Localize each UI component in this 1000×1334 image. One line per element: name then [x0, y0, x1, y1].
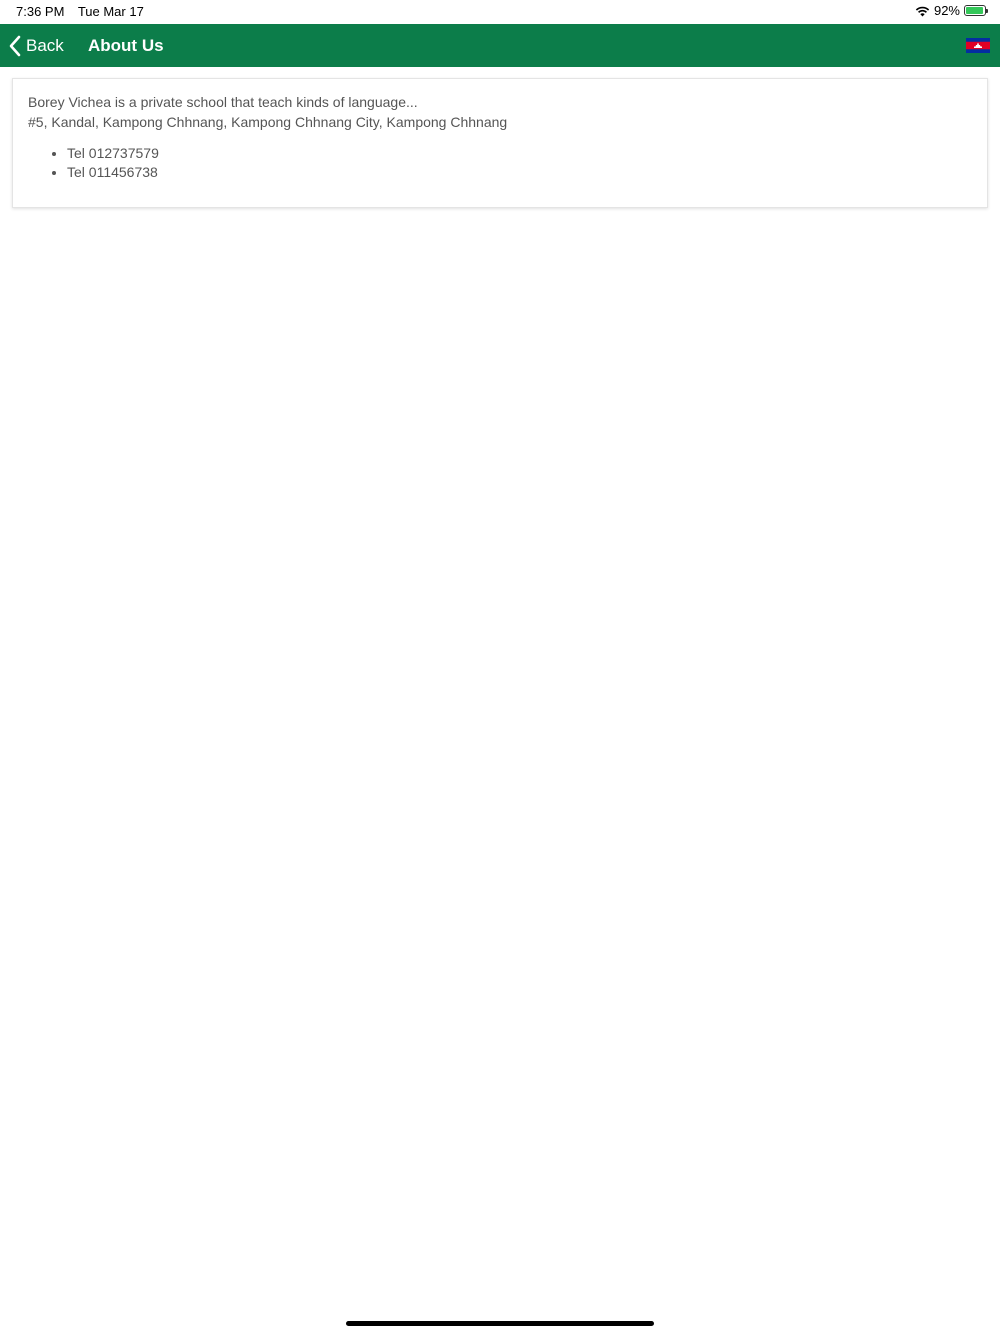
about-description: Borey Vichea is a private school that te… [28, 94, 418, 110]
chevron-left-icon [9, 35, 21, 56]
phone-list: Tel 012737579 Tel 011456738 [28, 144, 972, 182]
phone-item: Tel 011456738 [67, 163, 972, 182]
back-button[interactable]: Back [8, 24, 64, 67]
navigation-bar: Back About Us [0, 24, 1000, 67]
phone-item: Tel 012737579 [67, 144, 972, 163]
page-title: About Us [88, 36, 164, 55]
status-time: 7:36 PM [16, 4, 65, 19]
about-card: Borey Vichea is a private school that te… [12, 78, 988, 208]
battery-fill [966, 7, 983, 14]
about-address: #5, Kandal, Kampong Chhnang, Kampong Chh… [28, 114, 508, 130]
cambodia-flag-icon[interactable] [966, 38, 990, 53]
battery-icon [964, 5, 988, 16]
status-bar: 7:36 PM Tue Mar 17 92% [0, 0, 1000, 24]
home-indicator [346, 1321, 654, 1326]
status-date: Tue Mar 17 [77, 4, 144, 19]
battery-percent: 92% [933, 3, 960, 18]
wifi-icon [915, 6, 930, 16]
status-right: 92% [915, 3, 988, 18]
status-left: 7:36 PM Tue Mar 17 [16, 4, 154, 19]
back-label: Back [26, 35, 64, 55]
